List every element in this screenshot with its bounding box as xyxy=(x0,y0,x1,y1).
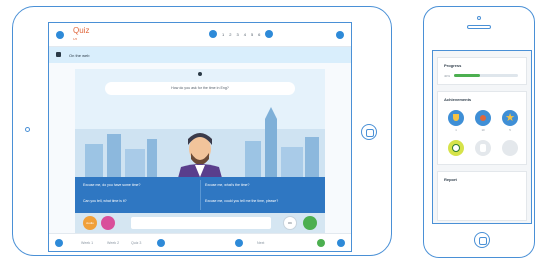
achievements-card: Achievements ★ 1 10 5 xyxy=(437,91,527,165)
achievements-label: Achievements xyxy=(444,97,472,102)
record-button[interactable] xyxy=(101,216,115,230)
pager-item[interactable]: 6 xyxy=(258,32,260,37)
badge-count: 10 xyxy=(481,128,485,132)
question-panel: How do you ask for the time in Eng? Excu… xyxy=(75,69,325,233)
next-question-button[interactable] xyxy=(265,30,274,38)
tablet-camera xyxy=(25,127,30,132)
answer-option[interactable]: Can you tell, what time is it? xyxy=(83,199,127,203)
close-icon[interactable] xyxy=(336,31,344,39)
confirm-icon[interactable] xyxy=(317,239,325,247)
city-illustration xyxy=(75,107,325,189)
home-icon[interactable] xyxy=(157,239,165,247)
lesson-link[interactable]: Week 2 xyxy=(107,241,119,245)
answer-divider xyxy=(200,180,201,210)
answer-option[interactable]: Excuse me, could you tell me the time, p… xyxy=(205,199,278,203)
control-bar: Audio OK xyxy=(75,213,325,233)
submit-button[interactable] xyxy=(303,216,317,230)
page-subtitle: 1/6 xyxy=(73,37,78,41)
progress-track xyxy=(454,74,518,77)
prev-question-button[interactable] xyxy=(209,30,217,38)
progress-fill xyxy=(454,74,480,77)
locked-badge-icon[interactable] xyxy=(475,140,491,156)
medal-badge-icon[interactable] xyxy=(475,110,491,126)
trophy-badge-icon[interactable] xyxy=(448,110,464,126)
progress-label: Progress xyxy=(444,63,462,68)
tablet-home-button[interactable] xyxy=(361,124,377,140)
prev-icon[interactable] xyxy=(55,239,63,247)
tablet-screen: Quiz 1/6 1 2 3 4 5 6 On the web How do y… xyxy=(48,22,352,252)
ok-button[interactable]: OK xyxy=(283,216,297,230)
star-badge-icon[interactable]: ★ xyxy=(502,110,518,126)
bottom-bar: Week 1 Week 2 Quiz 3 Next xyxy=(49,233,351,251)
answer-option[interactable]: Excuse me, do you have some time? xyxy=(83,183,140,187)
clock-badge-icon[interactable] xyxy=(448,140,464,156)
phone-screen: Progress 40% Achievements ★ 1 10 5 Repor… xyxy=(432,50,532,224)
top-bar: Quiz 1/6 1 2 3 4 5 6 xyxy=(49,23,351,47)
page-title: Quiz xyxy=(73,26,90,35)
breadcrumb: On the web xyxy=(69,53,90,58)
phone-speaker xyxy=(467,25,491,29)
report-label: Report xyxy=(444,177,457,182)
lesson-link[interactable]: Quiz 3 xyxy=(131,241,141,245)
answer-options: Excuse me, do you have some time? Excuse… xyxy=(75,177,325,213)
pager-item[interactable]: 3 xyxy=(236,32,238,37)
next-link[interactable]: Next xyxy=(257,241,264,245)
phone-camera xyxy=(477,16,481,20)
question-marker xyxy=(198,72,202,76)
pager-item[interactable]: 4 xyxy=(244,32,246,37)
phone-home-button[interactable] xyxy=(474,232,490,248)
question-text: How do you ask for the time in Eng? xyxy=(105,82,295,95)
answer-input[interactable] xyxy=(131,217,271,229)
progress-value: 40% xyxy=(444,74,451,78)
web-icon xyxy=(56,52,61,57)
back-icon[interactable] xyxy=(235,239,243,247)
badge-count: 5 xyxy=(509,128,511,132)
answer-option[interactable]: Excuse me, what's the time? xyxy=(205,183,249,187)
forward-icon[interactable] xyxy=(337,239,345,247)
lesson-link[interactable]: Week 1 xyxy=(81,241,93,245)
pager-item[interactable]: 2 xyxy=(229,32,231,37)
question-pager: 1 2 3 4 5 6 xyxy=(209,30,274,38)
report-card: Report xyxy=(437,171,527,221)
audio-button[interactable]: Audio xyxy=(83,216,97,230)
badge-count: 1 xyxy=(455,128,457,132)
menu-icon[interactable] xyxy=(56,31,64,39)
breadcrumb-bar: On the web xyxy=(49,47,351,63)
pager-item[interactable]: 1 xyxy=(222,32,224,37)
progress-card: Progress 40% xyxy=(437,57,527,85)
pager-item[interactable]: 5 xyxy=(251,32,253,37)
locked-badge-icon[interactable] xyxy=(502,140,518,156)
